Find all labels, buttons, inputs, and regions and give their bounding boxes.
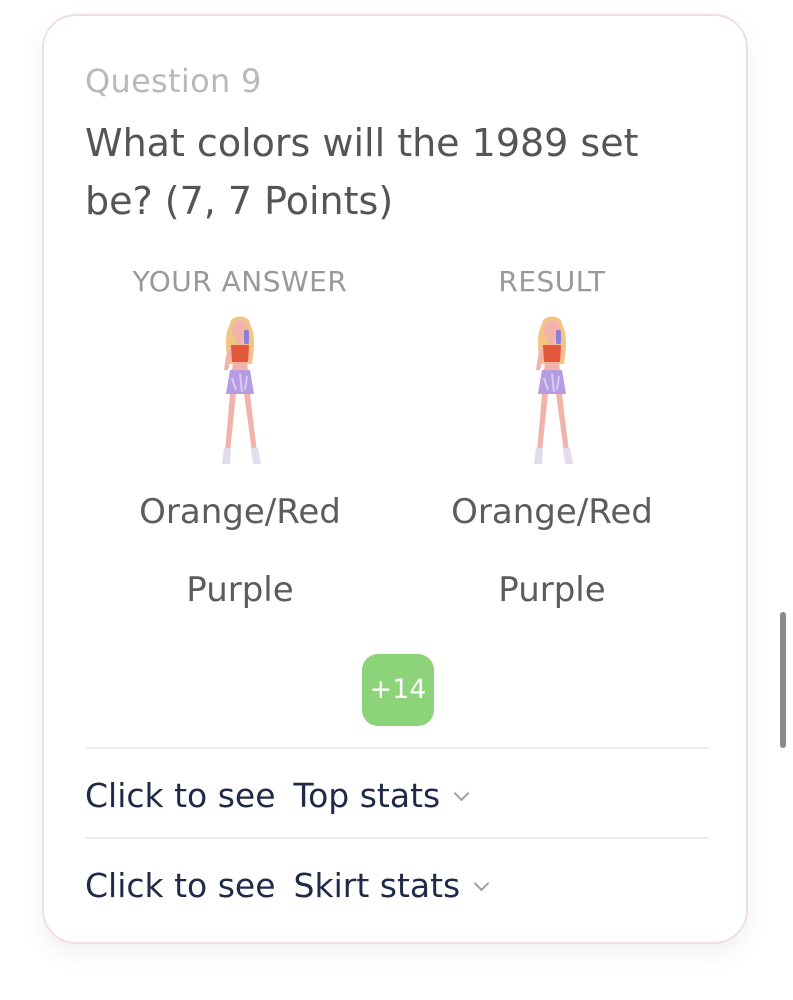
your-answer-line-2: Purple [186,570,294,610]
chevron-down-icon [453,785,470,802]
divider [85,837,709,839]
your-answer-header: YOUR ANSWER [132,265,348,298]
top-stats-label: Top stats [293,776,441,815]
outfit-figure-your-answer [222,316,261,464]
skirt-stats-prefix: Click to see [85,866,276,905]
skirt-stats-label: Skirt stats [293,866,461,905]
your-answer-line-1: Orange/Red [139,492,341,532]
question-card: Question 9 What colors will the 1989 set… [42,14,748,944]
skirt-stats-toggle[interactable]: Click to see Skirt stats [85,856,709,916]
points-badge: +14 [362,654,434,726]
result-header: RESULT [498,265,606,298]
result-line-2: Purple [498,570,606,610]
scrollbar[interactable] [780,612,786,748]
outfit-figure-result [534,316,573,464]
result-column: RESULT Orange/Red Purple [402,262,702,610]
chevron-down-icon [473,875,490,892]
result-line-1: Orange/Red [451,492,653,532]
top-stats-prefix: Click to see [85,776,276,815]
top-stats-toggle[interactable]: Click to see Top stats [85,766,709,826]
your-answer-column: YOUR ANSWER Orange/Red Purple [90,262,390,610]
divider [85,747,709,749]
question-text: What colors will the 1989 set be? (7, 7 … [85,121,639,223]
question-number: Question 9 [85,62,262,100]
